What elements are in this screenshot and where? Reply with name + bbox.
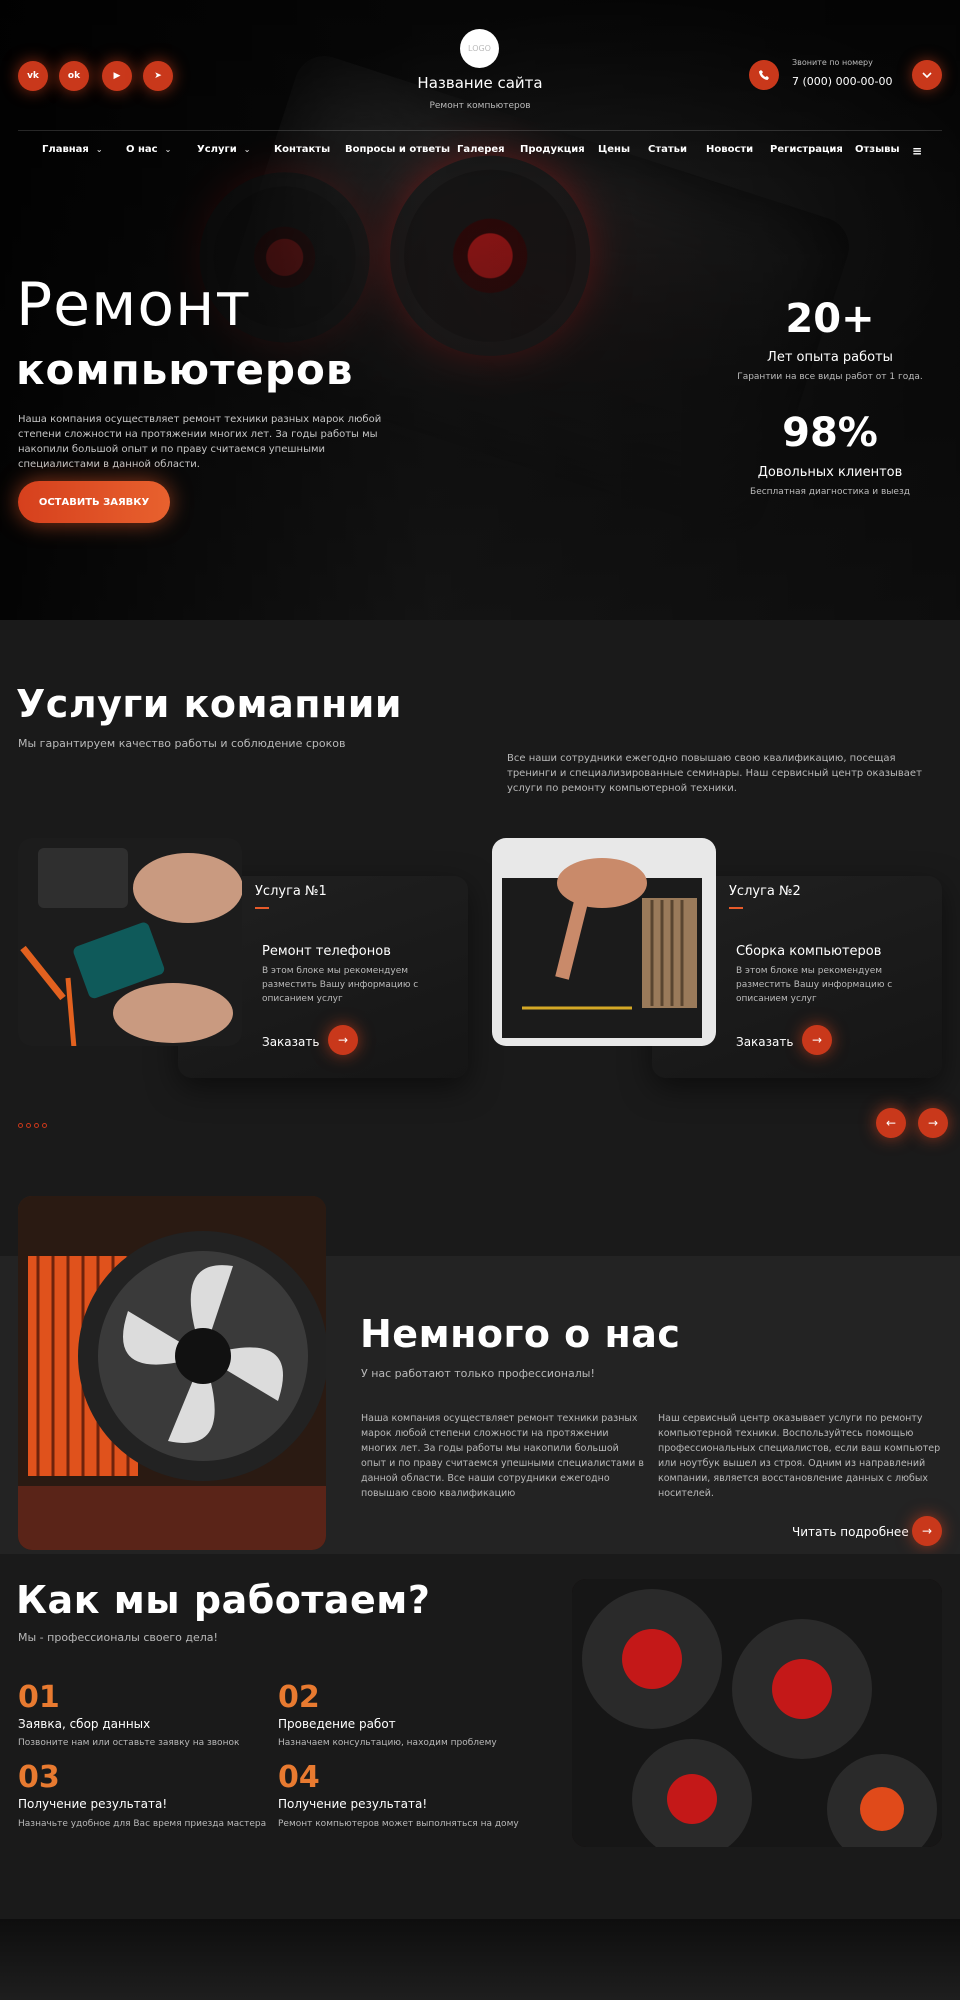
arrow-right-icon[interactable]: → (912, 1516, 942, 1546)
step-title: Проведение работ (278, 1717, 396, 1731)
slider-prev-button[interactable]: ← (876, 1108, 906, 1138)
service-tag-underline (255, 907, 269, 909)
arrow-right-icon[interactable]: → (802, 1025, 832, 1055)
step-number: 01 (18, 1680, 60, 1715)
leave-request-button[interactable]: ОСТАВИТЬ ЗАЯВКУ (18, 481, 170, 523)
service-image-pc-assembly (492, 838, 716, 1046)
hero-title-line1: Ремонт (16, 270, 252, 340)
step-text: Назначьте удобное для Вас время приезда … (18, 1819, 267, 1829)
about-text-col1: Наша компания осуществляет ремонт техник… (361, 1413, 644, 1499)
step-title: Заявка, сбор данных (18, 1717, 151, 1731)
nav-item-services[interactable]: Услуги ⌄ (197, 144, 250, 155)
nav-item-registration[interactable]: Регистрация (770, 144, 843, 155)
service-title: Сборка компьютеров (736, 944, 882, 959)
service-text: В этом блоке мы рекомендуем разместить В… (736, 966, 893, 1004)
about-text-col2: Наш сервисный центр оказывает услуги по … (658, 1413, 941, 1499)
services-description: Все наши сотрудники ежегодно повышаю сво… (507, 753, 922, 794)
chevron-down-icon: ⌄ (243, 145, 251, 154)
stat-years-value: 20+ (785, 296, 875, 342)
how-image-gpu (572, 1579, 942, 1847)
stat-clients-sub: Бесплатная диагностика и выезд (750, 487, 910, 497)
nav-item-prices[interactable]: Цены (598, 144, 630, 155)
order-link[interactable]: Заказать (262, 1035, 319, 1049)
order-link[interactable]: Заказать (736, 1035, 793, 1049)
nav-item-products[interactable]: Продукция (520, 144, 585, 155)
vk-icon[interactable]: vk (18, 61, 48, 91)
youtube-icon[interactable]: ▶ (102, 61, 132, 91)
stat-clients-value: 98% (782, 410, 878, 456)
phone-icon[interactable] (749, 60, 779, 90)
step-number: 04 (278, 1760, 320, 1795)
service-card: Услуга №1 Ремонт телефонов В этом блоке … (18, 838, 468, 1078)
slider-dot[interactable] (42, 1123, 47, 1128)
step-text: Ремонт компьютеров может выполняться на … (278, 1819, 519, 1829)
hero-description: Наша компания осуществляет ремонт техник… (18, 414, 382, 470)
service-card: Услуга №2 Сборка компьютеров В этом блок… (492, 838, 942, 1078)
nav-item-home[interactable]: Главная ⌄ (42, 144, 103, 155)
step-text: Назначаем консультацию, находим проблему (278, 1738, 497, 1748)
phone-number[interactable]: 7 (000) 000-00-00 (792, 75, 893, 88)
logo[interactable]: LOGO (460, 29, 499, 68)
arrow-right-icon[interactable]: → (328, 1025, 358, 1055)
stat-years-sub: Гарантии на все виды работ от 1 года. (737, 372, 923, 382)
read-more-link[interactable]: Читать подробнее (792, 1525, 909, 1539)
service-title: Ремонт телефонов (262, 944, 391, 959)
nav-item-articles[interactable]: Статьи (648, 144, 687, 155)
about-title: Немного о нас (360, 1312, 681, 1356)
next-section-preview (0, 1919, 960, 2000)
call-label: Звоните по номеру (792, 58, 873, 67)
service-tag-underline (729, 907, 743, 909)
step-title: Получение результата! (18, 1797, 168, 1811)
services-subtitle: Мы гарантируем качество работы и соблюде… (18, 737, 346, 750)
stat-years-label: Лет опыта работы (767, 350, 893, 365)
nav-item-news[interactable]: Новости (706, 144, 753, 155)
step-text: Позвоните нам или оставьте заявку на зво… (18, 1738, 240, 1748)
nav-item-faq[interactable]: Вопросы и ответы (345, 144, 450, 155)
slider-next-button[interactable]: → (918, 1108, 948, 1138)
slider-dot[interactable] (26, 1123, 31, 1128)
slider-dot[interactable] (34, 1123, 39, 1128)
slider-pagination (18, 1123, 47, 1128)
how-subtitle: Мы - профессионалы своего дела! (18, 1631, 218, 1644)
site-subtitle: Ремонт компьютеров (429, 101, 531, 111)
hero-title-line2: компьютеров (16, 345, 354, 394)
nav-divider (18, 130, 942, 131)
telegram-icon[interactable]: ➤ (143, 61, 173, 91)
odnoklassniki-icon[interactable]: ok (59, 61, 89, 91)
nav-item-reviews[interactable]: Отзывы (855, 144, 900, 155)
chevron-down-icon: ⌄ (95, 145, 103, 154)
main-nav: Главная ⌄ О нас ⌄ Услуги ⌄ Контакты Вопросы… (0, 144, 960, 160)
step-number: 02 (278, 1680, 320, 1715)
service-text: В этом блоке мы рекомендуем разместить В… (262, 966, 419, 1004)
nav-item-about[interactable]: О нас ⌄ (126, 144, 171, 155)
site-name[interactable]: Название сайта (380, 74, 580, 92)
service-image-phone-repair (18, 838, 242, 1046)
services-title: Услуги комапнии (16, 682, 402, 726)
step-title: Получение результата! (278, 1797, 428, 1811)
about-image-cpu-cooler (18, 1196, 326, 1550)
chevron-down-icon[interactable] (912, 60, 942, 90)
menu-icon[interactable]: ≡ (912, 144, 922, 158)
about-subtitle: У нас работают только профессионалы! (361, 1367, 595, 1380)
nav-item-gallery[interactable]: Галерея (457, 144, 505, 155)
service-tag: Услуга №1 (255, 884, 327, 899)
service-tag: Услуга №2 (729, 884, 801, 899)
chevron-down-icon: ⌄ (164, 145, 172, 154)
slider-dot[interactable] (18, 1123, 23, 1128)
step-number: 03 (18, 1760, 60, 1795)
nav-item-contacts[interactable]: Контакты (274, 144, 330, 155)
stat-clients-label: Довольных клиентов (757, 465, 903, 480)
how-title: Как мы работаем? (16, 1578, 431, 1622)
